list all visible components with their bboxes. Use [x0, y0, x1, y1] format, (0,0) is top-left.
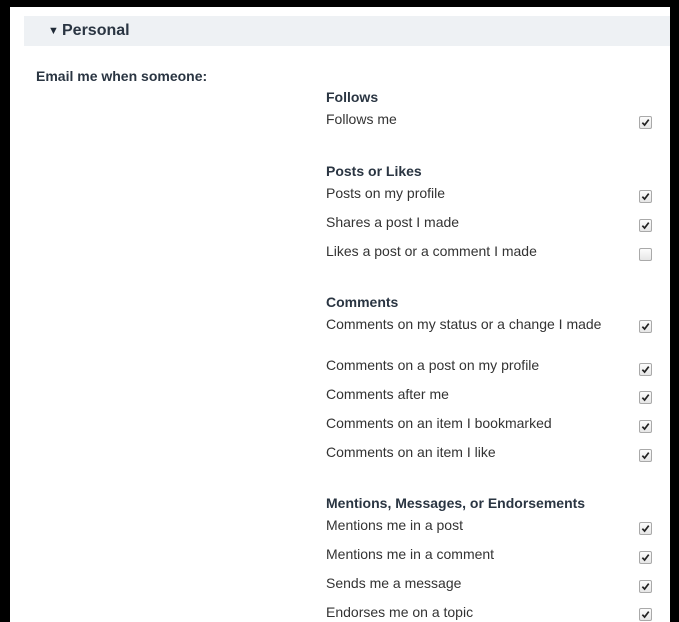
- checkbox-shares-post[interactable]: [639, 219, 652, 232]
- checkbox-sends-message[interactable]: [639, 580, 652, 593]
- option-label: Comments on a post on my profile: [326, 357, 540, 373]
- checkbox-endorses-topic[interactable]: [639, 608, 652, 621]
- checkbox-posts-on-profile[interactable]: [639, 190, 652, 203]
- group-title-mentions: Mentions, Messages, or Endorsements: [326, 495, 586, 511]
- section-header-personal[interactable]: ▼ Personal: [24, 16, 670, 46]
- group-title-posts-likes: Posts or Likes: [326, 163, 422, 179]
- group-title-follows: Follows: [326, 89, 379, 105]
- option-label: Comments on an item I bookmarked: [326, 415, 552, 431]
- checkbox-mentions-in-comment[interactable]: [639, 551, 652, 564]
- triangle-down-icon[interactable]: ▼: [48, 25, 62, 37]
- checkbox-follows-me[interactable]: [639, 116, 652, 129]
- option-label: Shares a post I made: [326, 214, 460, 230]
- option-label: Mentions me in a comment: [326, 546, 495, 562]
- option-label: Comments on an item I like: [326, 444, 496, 460]
- group-title-comments: Comments: [326, 294, 399, 310]
- email-me-label: Email me when someone:: [36, 68, 208, 84]
- checkbox-comments-bookmarked[interactable]: [639, 420, 652, 433]
- option-label: Mentions me in a post: [326, 517, 463, 533]
- option-label: Likes a post or a comment I made: [326, 243, 537, 259]
- settings-panel: ▼ Personal Email me when someone: Follow…: [10, 7, 670, 622]
- checkbox-mentions-in-post[interactable]: [639, 522, 652, 535]
- checkbox-comments-on-profile-post[interactable]: [639, 363, 652, 376]
- checkbox-comments-on-status[interactable]: [639, 320, 652, 333]
- checkbox-comments-liked-item[interactable]: [639, 449, 652, 462]
- option-label: Follows me: [326, 111, 397, 127]
- checkbox-likes-post[interactable]: [639, 248, 652, 261]
- option-label: Comments after me: [326, 386, 449, 402]
- section-title: Personal: [62, 22, 130, 39]
- option-label: Endorses me on a topic: [326, 604, 474, 620]
- option-label: Comments on my status or a change I made: [326, 316, 602, 332]
- option-label: Posts on my profile: [326, 185, 446, 201]
- checkbox-comments-after-me[interactable]: [639, 391, 652, 404]
- option-label: Sends me a message: [326, 575, 462, 591]
